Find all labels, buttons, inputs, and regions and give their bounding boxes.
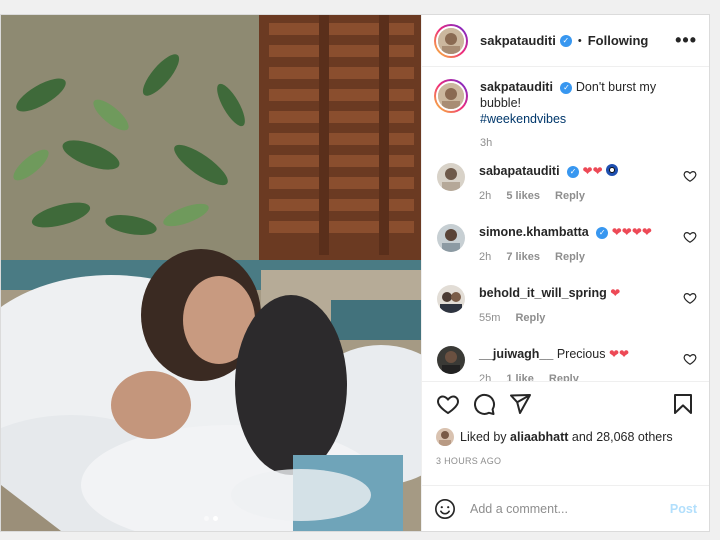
comments-list[interactable]: sakpatauditi ✓ Don't burst my bubble! #w…	[422, 67, 709, 381]
verified-badge-icon: ✓	[560, 81, 573, 94]
bubble-bath-photo	[1, 15, 421, 531]
liked-by-others-link[interactable]: and 28,068 others	[572, 430, 673, 444]
red-heart-emoji-icon: ❤	[610, 286, 621, 300]
verified-badge-icon: ✓	[567, 165, 580, 178]
carousel-dot-active	[213, 516, 218, 521]
liker-username-link[interactable]: aliaabhatt	[510, 430, 568, 444]
comment-time: 2h	[479, 373, 492, 381]
avatar-image	[437, 285, 465, 313]
post-sidebar: sakpatauditi ✓ • Following ••• sakpataud…	[421, 15, 709, 531]
comment-likes-link[interactable]: 7 likes	[506, 251, 540, 263]
comment-username[interactable]: sabapatauditi	[479, 164, 560, 178]
commenter-avatar[interactable]	[437, 285, 465, 313]
comment-reply-button[interactable]: Reply	[549, 373, 579, 381]
separator-dot: •	[577, 34, 582, 47]
comment-likes-link[interactable]: 1 like	[506, 373, 534, 381]
following-button[interactable]: Following	[588, 33, 649, 48]
nazar-amulet-emoji-icon	[606, 164, 619, 176]
liked-by-prefix: Liked by	[460, 430, 507, 444]
commenter-avatar[interactable]	[437, 163, 465, 191]
comment-likes-link[interactable]: 5 likes	[506, 190, 540, 202]
red-heart-emoji-icon: ❤	[611, 225, 622, 239]
avatar-image	[438, 27, 464, 54]
comment-time: 55m	[479, 312, 501, 324]
comment-like-heart-icon[interactable]	[683, 230, 697, 244]
red-heart-emoji-icon: ❤	[621, 225, 632, 239]
caption-time: 3h	[480, 137, 493, 149]
add-comment-input[interactable]	[470, 501, 670, 516]
more-options-icon[interactable]: •••	[675, 30, 697, 51]
instagram-post: sakpatauditi ✓ • Following ••• sakpataud…	[0, 14, 710, 532]
avatar-image	[437, 224, 465, 252]
red-heart-emoji-icon: ❤	[631, 225, 642, 239]
caption-avatar[interactable]	[434, 79, 468, 113]
caption-hashtag-link[interactable]: #weekendvibes	[480, 112, 566, 126]
bookmark-icon[interactable]	[671, 392, 695, 416]
red-heart-emoji-icon: ❤	[608, 347, 620, 361]
avatar-image	[438, 83, 464, 109]
avatar-image	[437, 163, 465, 191]
avatar-image	[437, 346, 465, 374]
carousel-indicator	[1, 516, 421, 521]
comment-item: simone.khambatta ✓ ❤❤❤❤ 2h 7 likes Reply	[434, 224, 697, 265]
add-comment-bar: Post	[422, 485, 709, 531]
red-heart-emoji-icon: ❤	[592, 164, 603, 178]
verified-badge-icon: ✓	[596, 226, 609, 239]
liker-avatar[interactable]	[436, 428, 454, 446]
comment-reply-button[interactable]: Reply	[555, 190, 585, 202]
post-actions: Liked by aliaabhatt and 28,068 others 3 …	[422, 381, 709, 485]
likes-summary: Liked by aliaabhatt and 28,068 others	[436, 428, 695, 446]
comment-time: 2h	[479, 190, 492, 202]
red-heart-emoji-icon: ❤	[641, 225, 652, 239]
comment-bubble-icon[interactable]	[472, 392, 496, 416]
red-heart-emoji-icon: ❤	[582, 164, 593, 178]
comment-like-heart-icon[interactable]	[683, 169, 697, 183]
comment-reply-button[interactable]: Reply	[515, 312, 545, 324]
caption-username[interactable]: sakpatauditi	[480, 80, 553, 94]
comment-reply-button[interactable]: Reply	[555, 251, 585, 263]
red-heart-emoji-icon: ❤	[619, 347, 630, 361]
comment-item: __juiwagh__ Precious ❤❤ 2h 1 like Reply	[434, 346, 697, 381]
carousel-dot	[204, 516, 209, 521]
like-heart-icon[interactable]	[436, 392, 460, 416]
emoji-smiley-icon[interactable]	[434, 498, 456, 520]
post-comment-button[interactable]: Post	[670, 502, 697, 516]
post-timestamp[interactable]: 3 HOURS AGO	[436, 456, 695, 466]
comment-item: sabapatauditi ✓ ❤❤ 2h 5 likes Reply	[434, 163, 697, 204]
comment-username[interactable]: simone.khambatta	[479, 225, 589, 239]
post-photo[interactable]	[1, 15, 421, 531]
commenter-avatar[interactable]	[437, 224, 465, 252]
share-paper-plane-icon[interactable]	[508, 392, 532, 416]
post-header: sakpatauditi ✓ • Following •••	[422, 15, 709, 67]
post-caption: sakpatauditi ✓ Don't burst my bubble! #w…	[434, 79, 697, 151]
comment-like-heart-icon[interactable]	[683, 352, 697, 366]
comment-item: behold_it_will_spring ❤ 55m Reply	[434, 285, 697, 326]
comment-time: 2h	[479, 251, 492, 263]
avatar-image	[436, 428, 454, 446]
comment-text: Precious	[556, 347, 606, 361]
comment-username[interactable]: behold_it_will_spring	[479, 286, 607, 300]
author-avatar[interactable]	[434, 23, 468, 58]
verified-badge-icon: ✓	[559, 34, 572, 47]
commenter-avatar[interactable]	[437, 346, 465, 374]
comment-like-heart-icon[interactable]	[683, 291, 697, 305]
comment-username[interactable]: __juiwagh__	[479, 347, 553, 361]
author-username[interactable]: sakpatauditi	[480, 33, 556, 48]
